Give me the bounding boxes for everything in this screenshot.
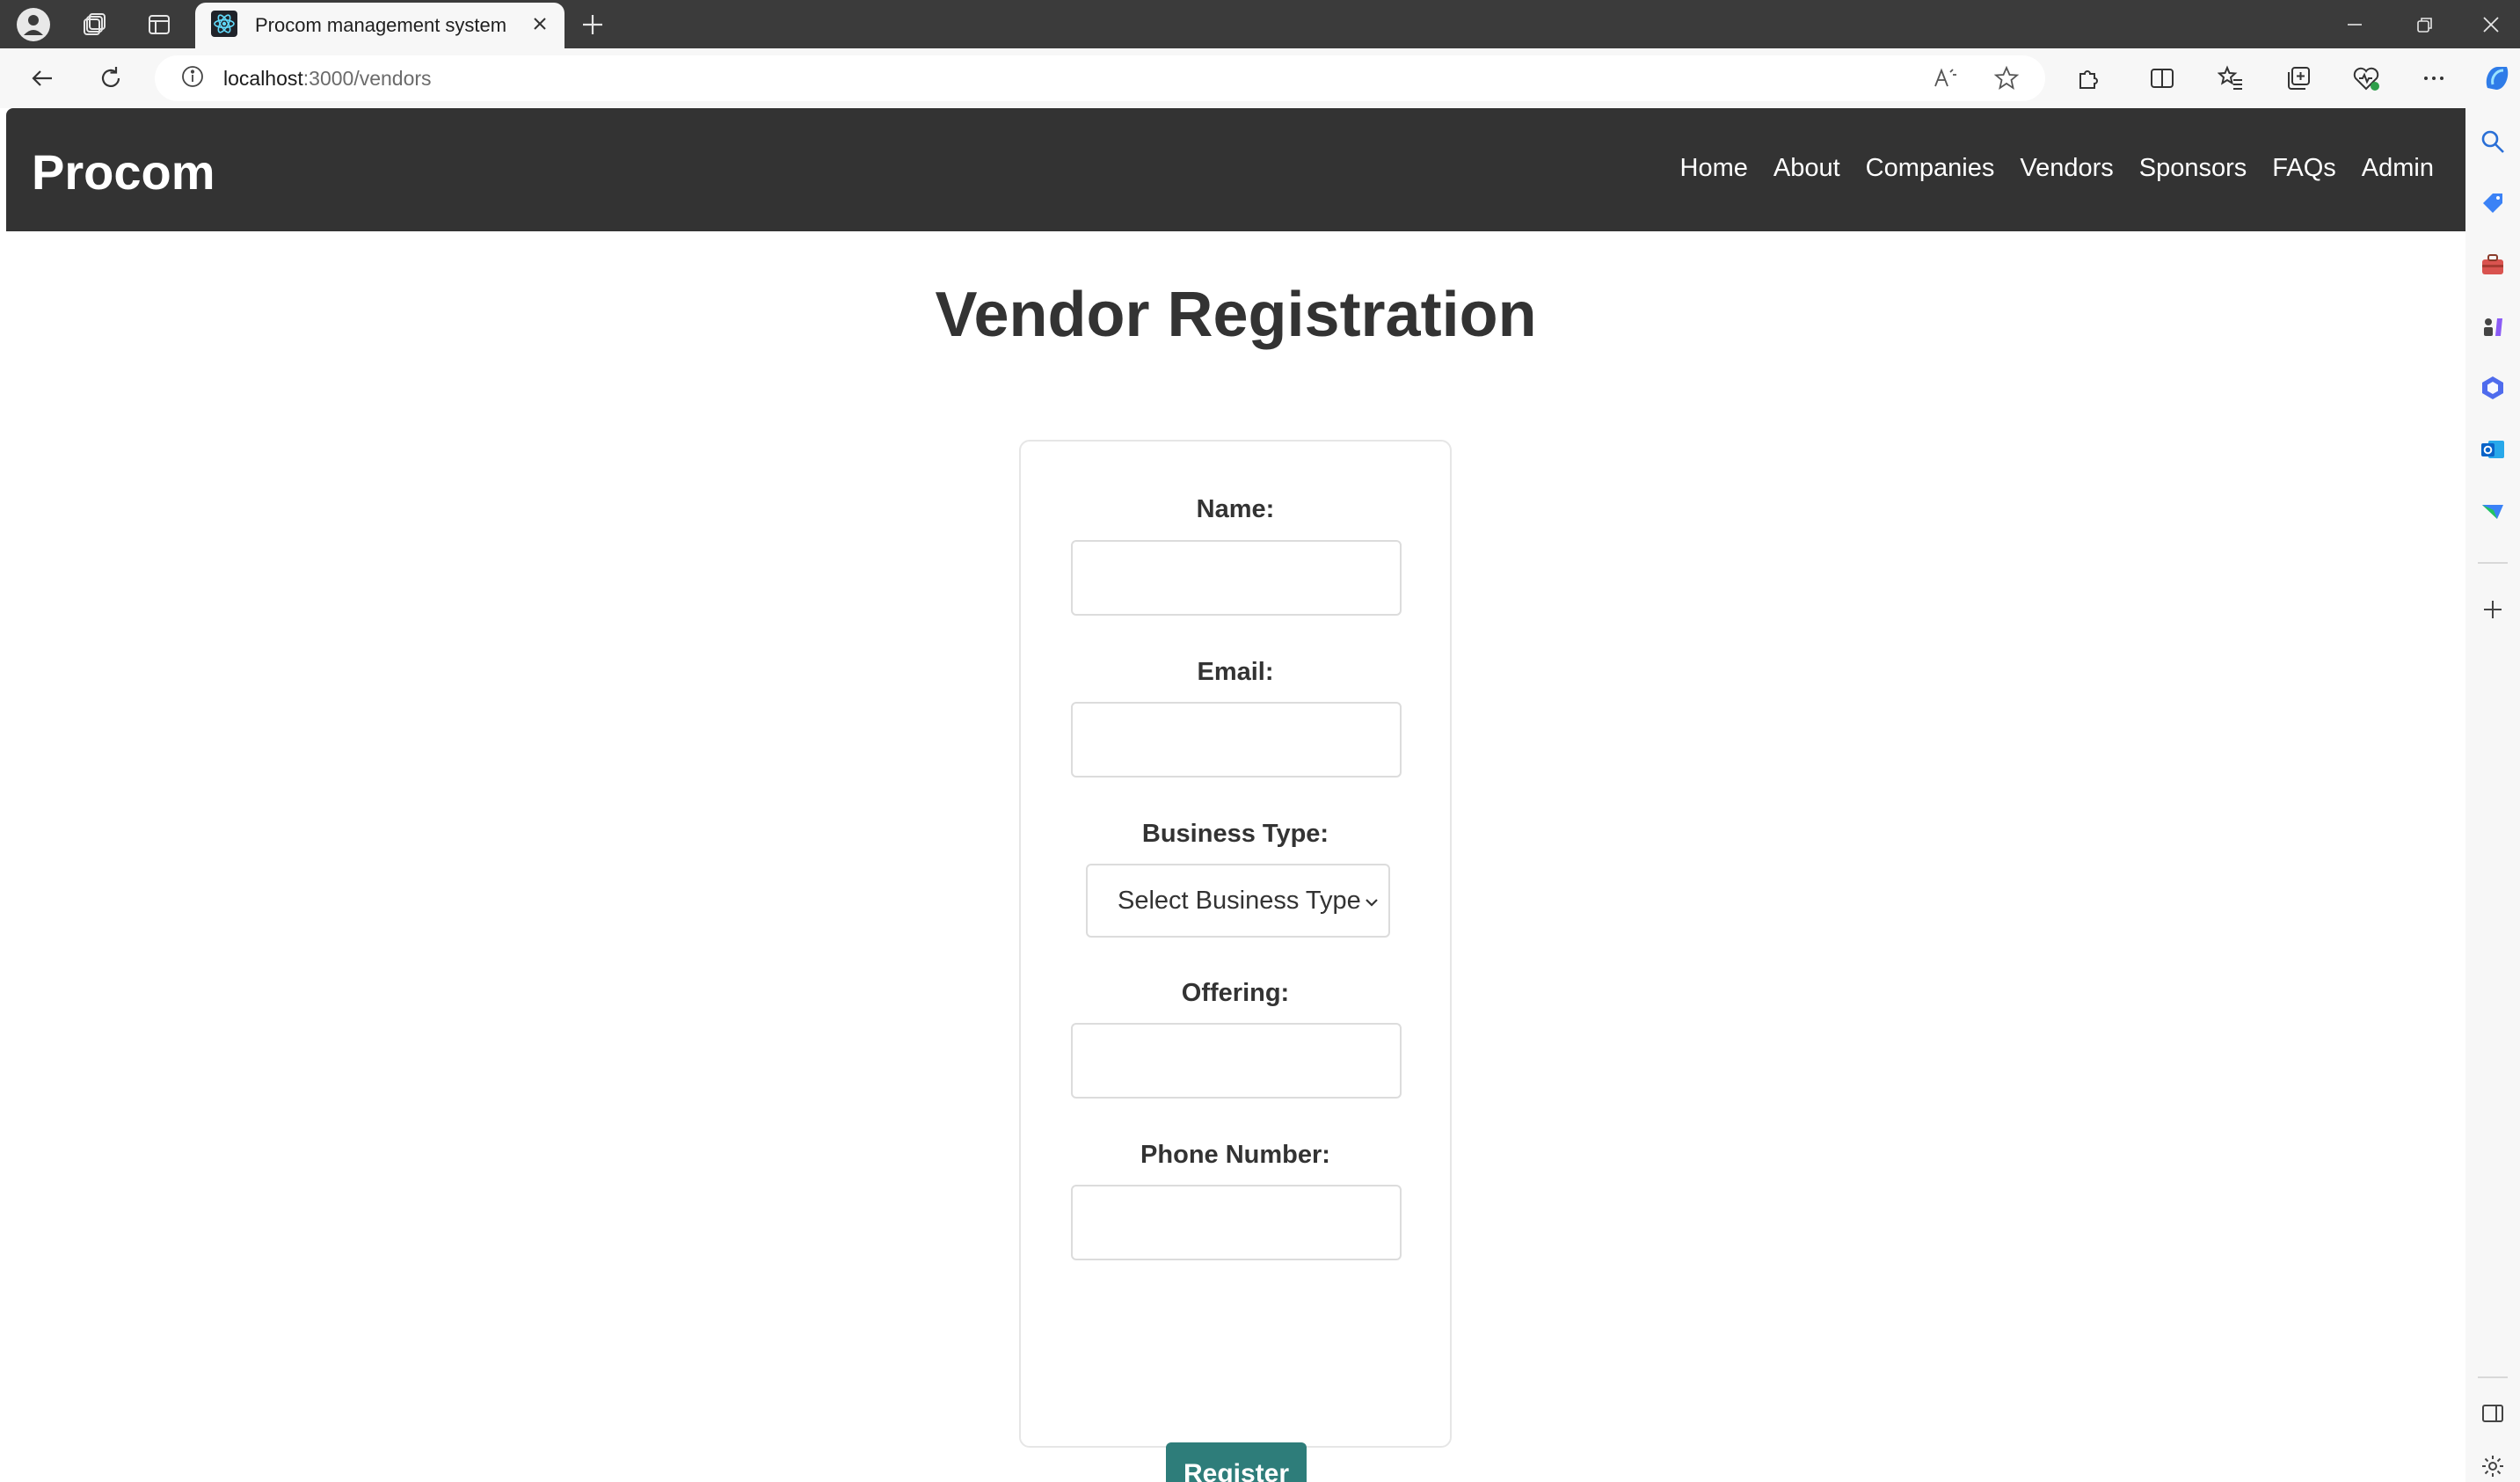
nav-link-vendors[interactable]: Vendors: [2020, 154, 2113, 183]
business-type-selected: Select Business Type: [1118, 886, 1361, 915]
split-screen-icon[interactable]: [2143, 59, 2181, 98]
url-path: :3000/vendors: [302, 66, 432, 90]
profile-icon[interactable]: [12, 5, 55, 44]
hide-sidebar-icon[interactable]: [2477, 1398, 2509, 1429]
phone-number-label: Phone Number:: [1140, 1141, 1330, 1169]
url-host: localhost: [223, 66, 303, 90]
browser-tab-strip: Procom management system: [0, 0, 2520, 48]
page-title: Vendor Registration: [935, 280, 1537, 350]
business-type-label: Business Type:: [1141, 820, 1329, 848]
chevron-down-icon: [1362, 890, 1381, 919]
offering-label: Offering:: [1181, 979, 1290, 1007]
back-icon[interactable]: [23, 59, 62, 98]
read-aloud-icon[interactable]: [1926, 59, 1964, 98]
site-info-icon[interactable]: [181, 65, 204, 92]
register-button[interactable]: Register: [1166, 1442, 1307, 1482]
restore-icon[interactable]: [2390, 0, 2460, 48]
phone-number-input[interactable]: [1071, 1185, 1402, 1260]
url-text: localhost:3000/vendors: [223, 67, 432, 91]
more-options-icon[interactable]: [2414, 59, 2453, 98]
react-favicon-icon: [211, 10, 237, 41]
email-input[interactable]: [1071, 702, 1402, 778]
tab-title: Procom management system: [255, 14, 507, 36]
games-chess-icon[interactable]: [2477, 310, 2509, 342]
extensions-icon[interactable]: [2069, 59, 2108, 98]
nav-link-home[interactable]: Home: [1680, 154, 1748, 183]
vendor-registration-form: Name: Email: Business Type: Select Busin…: [1019, 440, 1452, 1482]
shopping-tag-icon[interactable]: [2477, 187, 2509, 219]
tab-actions-icon[interactable]: [138, 5, 180, 44]
search-icon[interactable]: [2477, 126, 2509, 157]
workspaces-icon[interactable]: [74, 5, 116, 44]
tab-procom[interactable]: Procom management system: [195, 3, 564, 48]
nav-link-companies[interactable]: Companies: [1866, 154, 1995, 183]
name-label: Name:: [1196, 495, 1275, 523]
refresh-icon[interactable]: [91, 59, 130, 98]
address-bar[interactable]: localhost:3000/vendors: [155, 55, 2045, 101]
copilot-icon[interactable]: [2478, 59, 2516, 98]
sidebar-divider: [2478, 1376, 2508, 1378]
add-sidebar-app-icon[interactable]: [2477, 594, 2509, 625]
nav-link-admin[interactable]: Admin: [2362, 154, 2434, 183]
sidebar-divider: [2478, 562, 2508, 564]
close-tab-icon[interactable]: [531, 15, 549, 37]
email-label: Email:: [1197, 658, 1274, 686]
offering-input[interactable]: [1071, 1023, 1402, 1099]
name-input[interactable]: [1071, 540, 1402, 616]
favorites-icon[interactable]: [2211, 59, 2250, 98]
business-type-select[interactable]: Select Business Type: [1086, 864, 1390, 938]
nav-link-faqs[interactable]: FAQs: [2272, 154, 2336, 183]
collections-icon[interactable]: [2279, 59, 2318, 98]
nav-link-sponsors[interactable]: Sponsors: [2139, 154, 2247, 183]
outlook-icon[interactable]: [2477, 434, 2509, 465]
brand-logo[interactable]: Procom: [32, 143, 215, 201]
site-navbar: Procom Home About Companies Vendors Spon…: [6, 108, 2465, 231]
edge-sidebar: [2465, 108, 2520, 1482]
browser-toolbar: localhost:3000/vendors: [0, 48, 2520, 108]
minimize-icon[interactable]: [2320, 0, 2390, 48]
microsoft365-icon[interactable]: [2477, 372, 2509, 404]
nav-link-about[interactable]: About: [1773, 154, 1840, 183]
sidebar-settings-icon[interactable]: [2477, 1450, 2509, 1482]
browser-essentials-icon[interactable]: [2347, 59, 2385, 98]
new-tab-icon[interactable]: [572, 5, 614, 44]
tools-briefcase-icon[interactable]: [2477, 249, 2509, 281]
favorite-star-icon[interactable]: [1987, 59, 2026, 98]
page-viewport: Procom Home About Companies Vendors Spon…: [6, 108, 2465, 1482]
nav-links: Home About Companies Vendors Sponsors FA…: [1680, 154, 2435, 183]
close-window-icon[interactable]: [2462, 0, 2520, 48]
drop-send-icon[interactable]: [2477, 495, 2509, 527]
